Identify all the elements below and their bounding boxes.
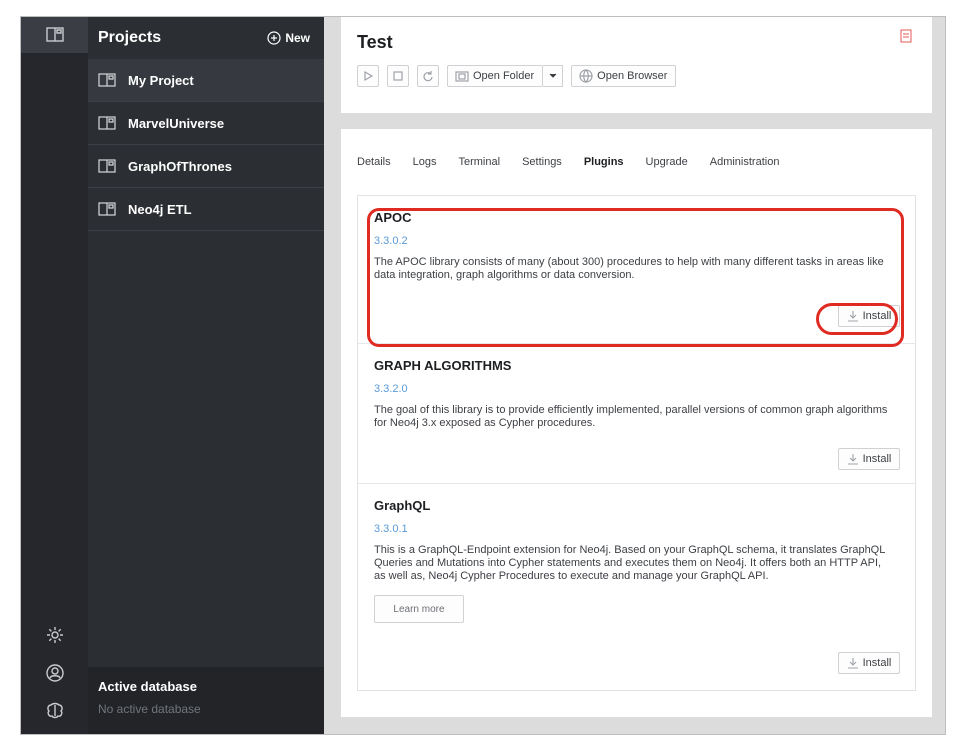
install-label: Install bbox=[862, 657, 892, 669]
project-item-neo4j-etl[interactable]: Neo4j ETL bbox=[88, 188, 324, 231]
user-rail-button[interactable] bbox=[21, 655, 88, 691]
stop-icon bbox=[393, 71, 403, 81]
restart-button[interactable] bbox=[417, 65, 439, 87]
new-project-label: New bbox=[285, 31, 310, 45]
plugin-item-graph-algorithms: GRAPH ALGORITHMS 3.3.2.0 The goal of thi… bbox=[358, 344, 915, 484]
projects-rail-button[interactable] bbox=[21, 17, 88, 53]
folder-icon bbox=[455, 71, 469, 82]
project-item-graphofthrones[interactable]: GraphOfThrones bbox=[88, 145, 324, 188]
settings-rail-button[interactable] bbox=[21, 617, 88, 653]
tab-logs[interactable]: Logs bbox=[413, 156, 437, 168]
install-button[interactable]: Install bbox=[838, 448, 900, 470]
install-button[interactable]: Install bbox=[838, 652, 900, 674]
project-book-icon bbox=[98, 202, 116, 216]
play-icon bbox=[364, 70, 374, 82]
projects-title: Projects bbox=[98, 29, 162, 46]
settings-gear-icon bbox=[46, 627, 63, 643]
plugin-name: GraphQL bbox=[374, 498, 431, 513]
project-toolbar: Open Folder Open Browser bbox=[357, 65, 916, 87]
learn-more-button[interactable]: Learn more bbox=[374, 595, 464, 623]
plugin-version: 3.3.0.2 bbox=[374, 235, 408, 247]
project-label: GraphOfThrones bbox=[128, 158, 233, 174]
brain-rail-button[interactable] bbox=[21, 693, 88, 729]
plugin-name: GRAPH ALGORITHMS bbox=[374, 358, 512, 373]
install-button[interactable]: Install bbox=[838, 305, 900, 327]
plugin-name: APOC bbox=[374, 210, 412, 225]
open-folder-label: Open Folder bbox=[473, 70, 535, 82]
tab-administration[interactable]: Administration bbox=[710, 156, 780, 168]
plugin-item-graphql: GraphQL 3.3.0.1 This is a GraphQL-Endpoi… bbox=[358, 484, 915, 690]
plus-circle-icon bbox=[267, 31, 281, 45]
brain-icon bbox=[46, 702, 63, 719]
tab-terminal[interactable]: Terminal bbox=[458, 156, 500, 168]
plugin-version: 3.3.2.0 bbox=[374, 383, 408, 395]
pdf-icon[interactable] bbox=[900, 29, 912, 43]
plugin-description: The APOC library consists of many (about… bbox=[374, 256, 884, 281]
active-database-title: Active database bbox=[98, 679, 197, 694]
open-browser-button[interactable]: Open Browser bbox=[571, 65, 677, 87]
project-item-marveluniverse[interactable]: MarvelUniverse bbox=[88, 102, 324, 145]
project-label: Neo4j ETL bbox=[128, 201, 192, 217]
plugin-version: 3.3.0.1 bbox=[374, 523, 408, 535]
projects-icon bbox=[45, 27, 64, 42]
download-icon bbox=[847, 454, 858, 465]
tab-details[interactable]: Details bbox=[357, 156, 391, 168]
project-label: MarvelUniverse bbox=[128, 115, 225, 131]
active-database-section: Active database No active database bbox=[88, 667, 324, 734]
download-icon bbox=[847, 658, 858, 669]
projects-header: Projects New bbox=[88, 17, 324, 59]
project-book-icon bbox=[98, 159, 116, 173]
open-folder-group: Open Folder bbox=[447, 65, 564, 87]
plugin-item-apoc: APOC 3.3.0.2 The APOC library consists o… bbox=[358, 196, 915, 344]
install-label: Install bbox=[862, 453, 892, 465]
tab-plugins[interactable]: Plugins bbox=[584, 156, 624, 168]
project-book-icon bbox=[98, 116, 116, 130]
new-project-button[interactable]: New bbox=[267, 31, 310, 45]
user-icon bbox=[45, 664, 64, 682]
projects-panel: Projects New My Project MarvelUniverse G… bbox=[88, 17, 324, 734]
tab-settings[interactable]: Settings bbox=[522, 156, 562, 168]
plugin-list: APOC 3.3.0.2 The APOC library consists o… bbox=[357, 195, 916, 691]
download-icon bbox=[847, 311, 858, 322]
project-item-my-project[interactable]: My Project bbox=[88, 59, 324, 102]
project-header-card: Test Open Folder Open Browser bbox=[341, 17, 932, 113]
tab-upgrade[interactable]: Upgrade bbox=[646, 156, 688, 168]
project-title: Test bbox=[357, 32, 393, 52]
open-folder-button[interactable]: Open Folder bbox=[447, 65, 544, 87]
project-tabs-card: Details Logs Terminal Settings Plugins U… bbox=[341, 129, 932, 717]
globe-icon bbox=[579, 69, 593, 83]
open-folder-dropdown[interactable] bbox=[543, 65, 564, 87]
plugin-description: This is a GraphQL-Endpoint extension for… bbox=[374, 544, 885, 582]
active-database-value: No active database bbox=[98, 702, 201, 716]
project-label: My Project bbox=[128, 72, 194, 88]
project-book-icon bbox=[98, 73, 116, 87]
open-browser-label: Open Browser bbox=[597, 70, 668, 82]
app-window: Projects New My Project MarvelUniverse G… bbox=[20, 16, 946, 735]
chevron-down-icon bbox=[549, 73, 557, 78]
plugin-description: The goal of this library is to provide e… bbox=[374, 404, 888, 429]
tab-bar: Details Logs Terminal Settings Plugins U… bbox=[357, 129, 916, 195]
install-label: Install bbox=[862, 310, 892, 322]
icon-rail bbox=[21, 17, 88, 734]
restart-icon bbox=[423, 71, 433, 82]
main-area: Test Open Folder Open Browser Details Lo… bbox=[324, 17, 945, 734]
start-button[interactable] bbox=[357, 65, 379, 87]
stop-button[interactable] bbox=[387, 65, 409, 87]
